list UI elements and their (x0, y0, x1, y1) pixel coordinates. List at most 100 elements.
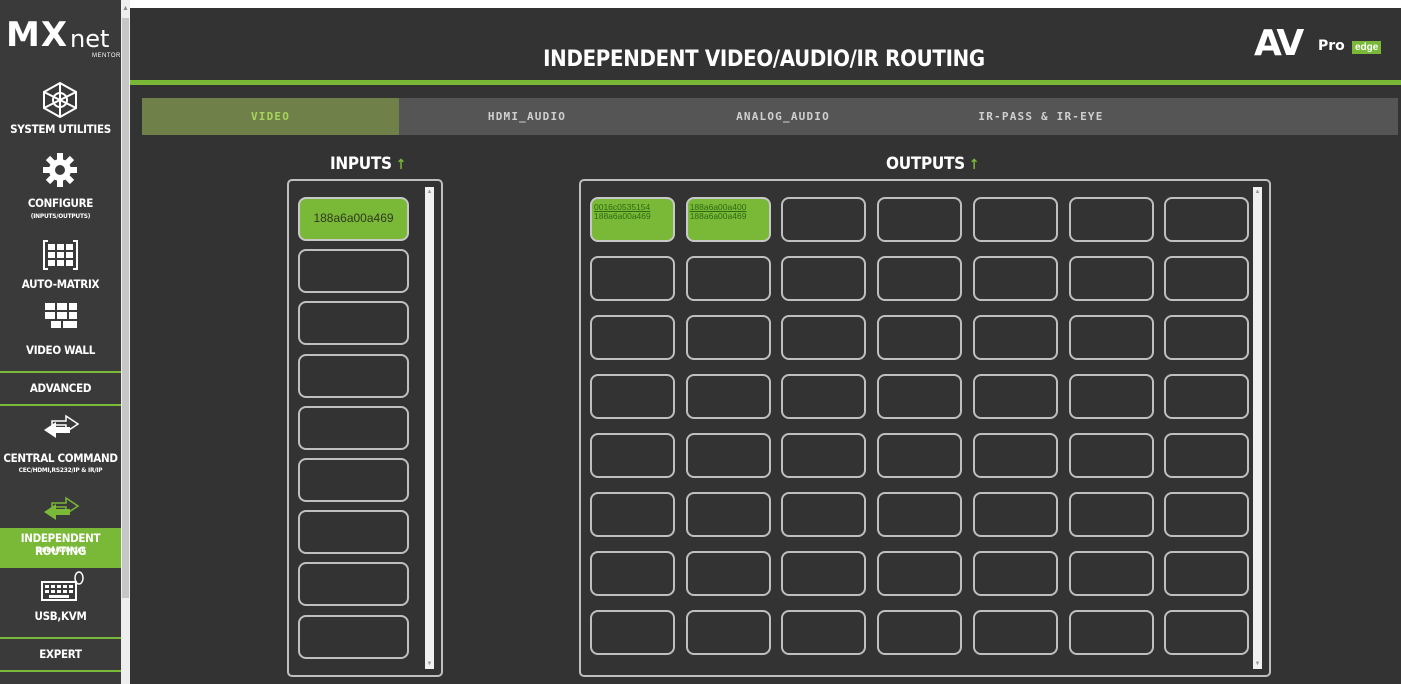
output-slot[interactable] (781, 551, 867, 596)
scroll-down-icon[interactable]: ▼ (1253, 659, 1262, 669)
sidebar-item-expert[interactable]: EXPERT (0, 640, 121, 670)
output-slot[interactable] (877, 433, 963, 478)
output-slot[interactable] (877, 610, 963, 655)
output-slot[interactable]: 0016c0535154 188a6a00a469 (590, 197, 675, 242)
output-slot[interactable] (1068, 315, 1154, 360)
output-slot[interactable] (1068, 374, 1154, 419)
output-slot[interactable] (877, 551, 963, 596)
tab-ir-pass-ir-eye[interactable]: IR-PASS & IR-EYE (911, 98, 1171, 135)
inputs-panel: ▲ ▼ 188a6a00a469 (287, 179, 443, 677)
scroll-up-icon[interactable]: ▲ (425, 187, 434, 197)
sidebar-item-label: VIDEO WALL (26, 343, 95, 357)
scrollbar-thumb[interactable] (122, 18, 129, 598)
output-slot[interactable] (972, 610, 1058, 655)
sidebar-item-central-command[interactable]: CENTRAL COMMAND CEC/HDMI,RS232/IP & IR/I… (0, 412, 121, 478)
output-slot[interactable] (1164, 492, 1250, 537)
output-slot[interactable] (877, 492, 963, 537)
brand-edge: edge (1352, 41, 1382, 54)
input-slot[interactable] (298, 249, 409, 294)
sidebar-item-configure[interactable]: CONFIGURE (INPUTS/OUTPUTS) (0, 150, 121, 226)
output-slot[interactable] (781, 492, 867, 537)
output-slot[interactable] (1164, 551, 1250, 596)
output-slot[interactable] (590, 492, 675, 537)
output-slot[interactable] (972, 551, 1058, 596)
mxnet-logo: MX net MENTOR (6, 16, 120, 64)
output-slot[interactable] (972, 374, 1058, 419)
output-slot[interactable] (685, 256, 771, 301)
sidebar-item-label: AUTO-MATRIX (21, 277, 100, 291)
sidebar-scrollbar[interactable]: ▲ (121, 0, 130, 684)
tab-hdmi-audio[interactable]: HDMI_AUDIO (399, 98, 655, 135)
input-slot[interactable] (298, 405, 409, 450)
output-slot[interactable] (972, 315, 1058, 360)
sidebar-item-auto-matrix[interactable]: AUTO-MATRIX (0, 238, 121, 294)
output-slot[interactable] (1068, 610, 1154, 655)
sidebar-item-video-wall[interactable]: VIDEO WALL (0, 300, 121, 362)
matrix-grid-icon (0, 238, 121, 277)
input-slot[interactable] (298, 353, 409, 398)
output-slot[interactable] (1164, 256, 1250, 301)
output-slot[interactable] (781, 610, 867, 655)
sidebar-item-advanced[interactable]: ADVANCED (0, 374, 121, 404)
output-slot[interactable] (1164, 315, 1250, 360)
input-slot[interactable] (298, 301, 409, 346)
gear-wrench-icon (0, 150, 121, 195)
output-slot[interactable] (590, 433, 675, 478)
output-slot[interactable] (972, 256, 1058, 301)
tab-analog-audio[interactable]: ANALOG_AUDIO (655, 98, 911, 135)
outputs-scrollbar[interactable]: ▲ ▼ (1253, 187, 1262, 669)
output-slot[interactable]: 188a6a00a400 188a6a00a469 (685, 197, 771, 242)
input-slot[interactable] (298, 614, 409, 659)
output-slot[interactable] (972, 433, 1058, 478)
output-slot[interactable] (1164, 433, 1250, 478)
input-slot[interactable] (298, 458, 409, 502)
inputs-scrollbar[interactable]: ▲ ▼ (425, 187, 434, 669)
output-slot[interactable] (590, 374, 675, 419)
output-slot[interactable] (877, 315, 963, 360)
output-slot[interactable] (781, 197, 867, 242)
input-slot[interactable] (298, 562, 409, 607)
output-slot[interactable] (877, 256, 963, 301)
output-slot[interactable] (1164, 374, 1250, 419)
output-slot[interactable] (781, 433, 867, 478)
title-divider (130, 80, 1401, 85)
output-slot[interactable] (1068, 433, 1154, 478)
output-slot[interactable] (972, 197, 1058, 242)
sidebar-item-usb-kvm[interactable]: USB,KVM (0, 570, 121, 632)
output-slot[interactable] (1164, 610, 1250, 655)
sidebar-item-independent-routing[interactable]: INDEPENDENT ROUTING VIDEO/AUDIO/IR (0, 494, 121, 570)
output-slot[interactable] (685, 551, 771, 596)
output-slot[interactable] (1068, 197, 1154, 242)
output-slot[interactable] (781, 315, 867, 360)
output-slot[interactable] (590, 315, 675, 360)
output-slot[interactable] (781, 374, 867, 419)
output-slot[interactable] (685, 374, 771, 419)
output-slot[interactable] (685, 610, 771, 655)
scroll-down-icon[interactable]: ▼ (425, 659, 434, 669)
output-slot[interactable] (685, 492, 771, 537)
sidebar-item-label: INDEPENDENT ROUTING (20, 531, 101, 558)
output-slot[interactable] (1068, 256, 1154, 301)
sort-arrow-icon[interactable]: ↑ (969, 157, 980, 173)
output-slot[interactable] (590, 610, 675, 655)
sidebar-divider (0, 637, 121, 639)
output-slot[interactable] (590, 551, 675, 596)
output-slot[interactable] (972, 492, 1058, 537)
output-slot[interactable] (877, 197, 963, 242)
output-slot[interactable] (1068, 492, 1154, 537)
scroll-up-icon[interactable]: ▲ (1253, 187, 1262, 197)
output-slot[interactable] (1164, 197, 1250, 242)
tab-video[interactable]: VIDEO (142, 98, 399, 135)
output-slot[interactable] (590, 256, 675, 301)
input-slot[interactable]: 188a6a00a469 (298, 197, 409, 241)
sidebar-item-system-utilities[interactable]: SYSTEM UTILITIES (0, 80, 121, 140)
output-slot[interactable] (685, 433, 771, 478)
output-slot[interactable] (1068, 551, 1154, 596)
output-slot[interactable] (781, 256, 867, 301)
sort-arrow-icon[interactable]: ↑ (396, 157, 407, 173)
output-slot[interactable] (685, 315, 771, 360)
output-slot[interactable] (877, 374, 963, 419)
scroll-up-icon[interactable]: ▲ (122, 4, 129, 14)
output-slot-input: 188a6a00a469 (689, 211, 747, 221)
input-slot[interactable] (298, 510, 409, 555)
